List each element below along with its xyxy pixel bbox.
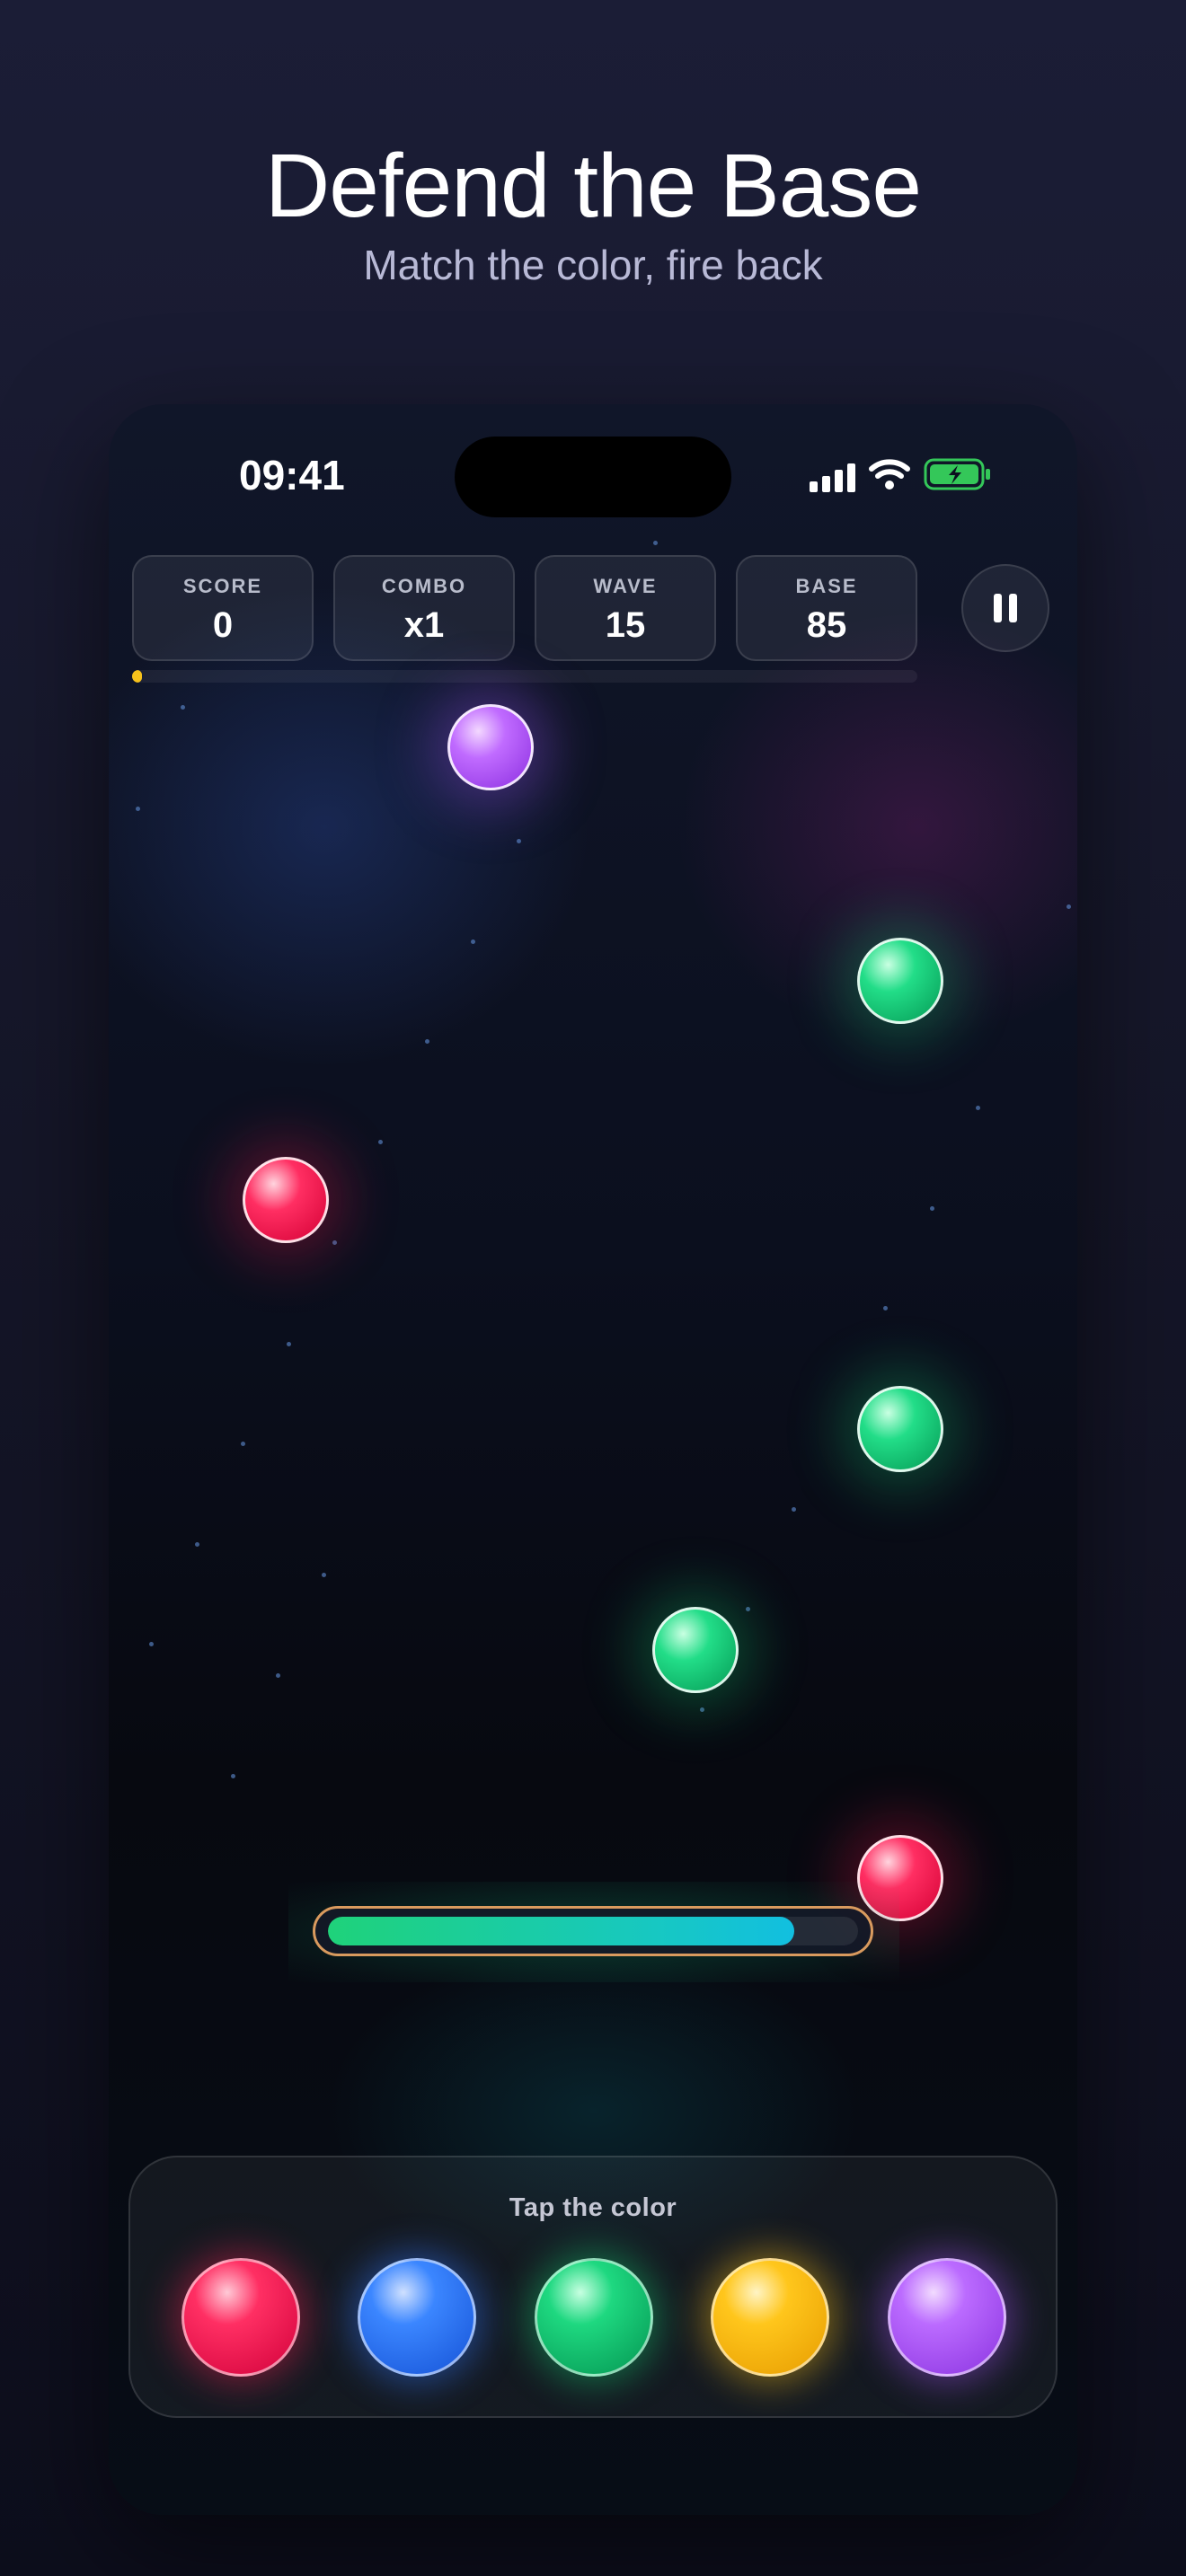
- color-picker-panel: Tap the color: [128, 2156, 1058, 2418]
- color-button-purple[interactable]: [888, 2258, 1006, 2377]
- wave-label: WAVE: [593, 575, 658, 597]
- page-subtitle: Match the color, fire back: [363, 242, 823, 288]
- combo-value: x1: [403, 605, 445, 645]
- star: [287, 1342, 291, 1346]
- color-prompt: Tap the color: [509, 2193, 677, 2222]
- enemy-orb-green: [857, 938, 943, 1024]
- combo-label: COMBO: [381, 575, 467, 597]
- wave-card: WAVE 15: [535, 555, 716, 661]
- star: [241, 1442, 245, 1446]
- base-health-bar: [313, 1906, 873, 1956]
- star: [378, 1140, 383, 1144]
- star: [930, 1206, 934, 1211]
- wave-value: 15: [605, 605, 646, 645]
- star: [276, 1673, 280, 1678]
- enemy-orb-red: [243, 1157, 329, 1243]
- star: [322, 1573, 326, 1577]
- star: [517, 839, 521, 843]
- wave-progress-bar: [132, 670, 917, 683]
- score-label: SCORE: [182, 575, 263, 597]
- status-time: 09:41: [239, 452, 345, 498]
- color-button-red[interactable]: [181, 2258, 300, 2377]
- dynamic-island: [455, 437, 731, 517]
- star: [792, 1507, 796, 1512]
- combo-card: COMBO x1: [333, 555, 515, 661]
- cellular-signal-icon: [810, 462, 855, 492]
- wave-progress-fill: [132, 670, 143, 683]
- star: [136, 807, 140, 811]
- base-value: 85: [806, 605, 847, 645]
- pause-icon: [994, 594, 1002, 622]
- star: [653, 541, 658, 545]
- enemy-orb-green: [652, 1607, 739, 1693]
- star: [976, 1106, 980, 1110]
- star: [1067, 904, 1071, 909]
- star: [746, 1607, 750, 1611]
- star: [332, 1240, 337, 1245]
- color-button-blue[interactable]: [358, 2258, 476, 2377]
- status-icons: [810, 458, 992, 495]
- star: [149, 1642, 154, 1646]
- pause-button[interactable]: [961, 564, 1049, 652]
- wifi-icon: [868, 458, 911, 495]
- base-card: BASE 85: [736, 555, 917, 661]
- enemy-orb-green: [857, 1386, 943, 1472]
- star: [700, 1707, 704, 1712]
- star: [181, 705, 185, 710]
- score-card: SCORE 0: [132, 555, 314, 661]
- star: [883, 1306, 888, 1310]
- page-title: Defend the Base: [265, 136, 922, 236]
- star: [425, 1039, 429, 1044]
- score-value: 0: [212, 605, 234, 645]
- battery-charging-icon: [924, 458, 992, 495]
- star: [471, 940, 475, 944]
- color-button-green[interactable]: [535, 2258, 653, 2377]
- star: [231, 1774, 235, 1778]
- base-health-track: [328, 1917, 858, 1945]
- enemy-orb-purple: [447, 704, 534, 790]
- base-label: BASE: [795, 575, 858, 597]
- base-health-fill: [328, 1917, 795, 1945]
- color-button-yellow[interactable]: [711, 2258, 829, 2377]
- star: [195, 1542, 199, 1547]
- phone-screen: 09:41 SCORE 0 COMBO x1 WAVE 15 BASE 85 T…: [109, 404, 1077, 2515]
